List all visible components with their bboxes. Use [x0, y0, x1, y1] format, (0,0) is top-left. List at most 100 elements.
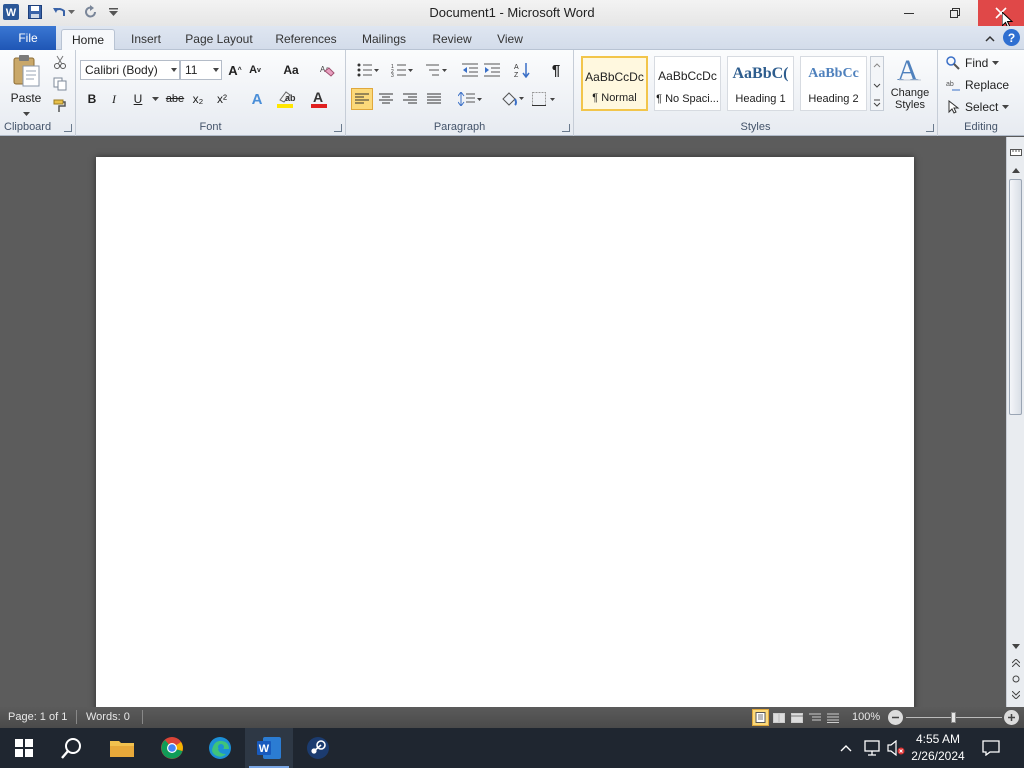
scrollbar-thumb[interactable]	[1009, 179, 1022, 415]
steam-icon	[307, 737, 329, 759]
change-styles-button[interactable]: A Change Styles	[886, 54, 934, 118]
editing-group: Find ab Replace Select Editing	[938, 50, 1024, 136]
copy-icon[interactable]	[52, 76, 68, 92]
ruler-toggle-icon[interactable]	[1009, 145, 1022, 158]
find-dropdown-icon	[992, 61, 1000, 65]
subscript-button[interactable]: x₂	[188, 89, 208, 109]
shading-icon[interactable]	[498, 89, 526, 109]
sort-icon[interactable]: AZ	[512, 60, 534, 80]
line-spacing-icon[interactable]	[456, 89, 484, 109]
notification-center-icon[interactable]	[980, 739, 1002, 757]
clear-formatting-icon[interactable]: Aa	[318, 60, 336, 80]
format-painter-icon[interactable]	[52, 98, 68, 114]
edge-button[interactable]	[196, 728, 244, 768]
style-normal[interactable]: AaBbCcDc ¶ Normal	[581, 56, 648, 111]
next-page-icon[interactable]	[1010, 689, 1022, 701]
tab-home[interactable]: Home	[61, 29, 115, 50]
shrink-font-icon[interactable]: Av	[246, 60, 264, 80]
find-icon	[946, 56, 960, 70]
word-count[interactable]: Words: 0	[86, 711, 130, 723]
chrome-button[interactable]	[148, 728, 196, 768]
zoom-slider-thumb[interactable]	[951, 712, 956, 723]
volume-muted-icon[interactable]	[886, 739, 906, 757]
font-size-combo[interactable]: 11	[180, 60, 222, 80]
borders-icon[interactable]	[530, 89, 558, 109]
help-icon[interactable]: ?	[1003, 29, 1020, 46]
document-page[interactable]	[96, 157, 914, 717]
text-effects-icon[interactable]: A	[246, 89, 268, 109]
change-case-button[interactable]: Aa	[278, 60, 304, 80]
print-layout-icon[interactable]	[752, 709, 769, 726]
tab-review[interactable]: Review	[426, 29, 478, 50]
draft-icon[interactable]	[825, 710, 841, 725]
tab-references[interactable]: References	[270, 29, 342, 50]
network-icon[interactable]	[862, 739, 882, 757]
taskbar-clock[interactable]: 4:55 AM 2/26/2024	[906, 731, 970, 765]
vertical-scrollbar[interactable]	[1006, 137, 1024, 707]
align-right-icon[interactable]	[399, 89, 421, 109]
italic-button[interactable]: I	[104, 89, 124, 109]
tab-file[interactable]: File	[0, 26, 56, 50]
decrease-indent-icon[interactable]	[460, 60, 480, 80]
zoom-level[interactable]: 100%	[852, 711, 880, 723]
svg-text:3: 3	[391, 73, 394, 77]
start-button[interactable]	[0, 728, 48, 768]
tab-mailings[interactable]: Mailings	[354, 29, 414, 50]
paragraph-launcher[interactable]	[562, 124, 570, 132]
word-taskbar-button[interactable]: W	[245, 728, 293, 768]
page-count[interactable]: Page: 1 of 1	[8, 711, 67, 723]
font-color-icon[interactable]: A	[308, 89, 334, 109]
tab-view[interactable]: View	[490, 29, 530, 50]
superscript-button[interactable]: x²	[212, 89, 232, 109]
strikethrough-button[interactable]: abe	[164, 89, 186, 109]
scroll-down-icon[interactable]	[1010, 641, 1022, 651]
align-center-icon[interactable]	[375, 89, 397, 109]
zoom-out-icon[interactable]	[888, 710, 903, 725]
find-button[interactable]: Find	[946, 54, 1016, 72]
font-name-combo[interactable]: Calibri (Body)	[80, 60, 180, 80]
show-hidden-icons-icon[interactable]	[838, 740, 854, 756]
tab-page-layout[interactable]: Page Layout	[180, 29, 258, 50]
select-button[interactable]: Select	[946, 98, 1020, 116]
multilevel-list-icon[interactable]	[422, 60, 450, 80]
minimize-button[interactable]	[886, 0, 932, 26]
highlight-icon[interactable]: ab	[274, 89, 300, 109]
replace-button[interactable]: ab Replace	[946, 76, 1020, 94]
bold-button[interactable]: B	[82, 89, 102, 109]
full-screen-reading-icon[interactable]	[771, 710, 787, 725]
restore-button[interactable]	[932, 0, 978, 26]
style-no-spacing[interactable]: AaBbCcDc ¶ No Spaci...	[654, 56, 721, 111]
steam-button[interactable]	[294, 728, 342, 768]
font-launcher[interactable]	[334, 124, 342, 132]
style-heading-2[interactable]: AaBbCc Heading 2	[800, 56, 867, 111]
underline-button[interactable]: U	[128, 89, 148, 109]
increase-indent-icon[interactable]	[482, 60, 502, 80]
grow-font-icon[interactable]: A ^	[226, 60, 244, 80]
font-group: Calibri (Body) 11 A ^ Av Aa Aa B I U abe …	[76, 50, 346, 136]
justify-icon[interactable]	[423, 89, 445, 109]
scroll-up-icon[interactable]	[1010, 165, 1022, 175]
numbering-icon[interactable]: 123	[388, 60, 416, 80]
previous-page-icon[interactable]	[1010, 657, 1022, 669]
edge-icon	[209, 737, 231, 759]
zoom-in-icon[interactable]	[1004, 710, 1019, 725]
bullets-icon[interactable]	[354, 60, 382, 80]
align-left-icon[interactable]	[351, 88, 373, 110]
search-button[interactable]	[48, 728, 96, 768]
close-button[interactable]	[978, 0, 1024, 26]
file-explorer-button[interactable]	[98, 728, 146, 768]
paste-button[interactable]: Paste	[4, 52, 48, 116]
style-heading-1-name: Heading 1	[735, 93, 786, 105]
show-formatting-button[interactable]: ¶	[546, 60, 566, 80]
tab-insert[interactable]: Insert	[124, 29, 168, 50]
outline-icon[interactable]	[807, 710, 823, 725]
cut-icon[interactable]	[52, 54, 68, 70]
styles-gallery-scroll[interactable]	[870, 56, 884, 111]
style-heading-1[interactable]: AaBbC( Heading 1	[727, 56, 794, 111]
web-layout-icon[interactable]	[789, 710, 805, 725]
minimize-ribbon-icon[interactable]	[984, 32, 996, 44]
select-browse-object-icon[interactable]	[1010, 673, 1022, 685]
underline-dropdown-icon[interactable]	[150, 89, 160, 109]
styles-launcher[interactable]	[926, 124, 934, 132]
clipboard-launcher[interactable]	[64, 124, 72, 132]
